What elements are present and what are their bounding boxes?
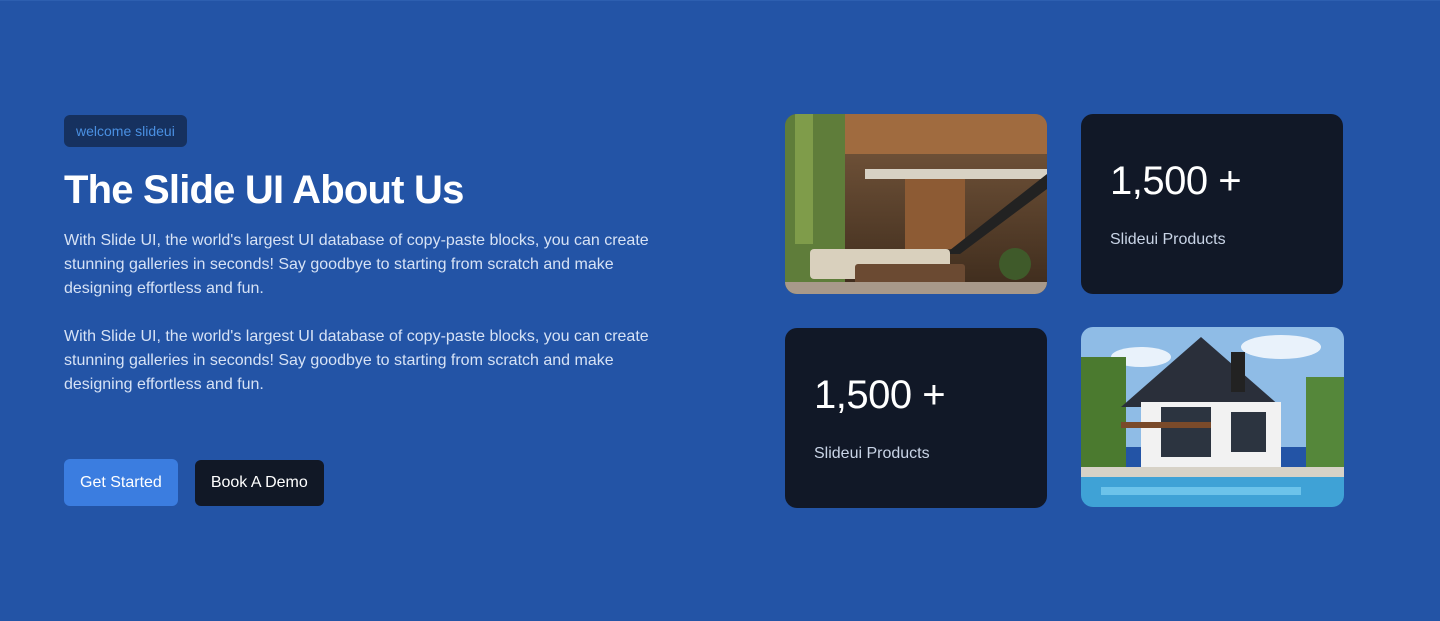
- description-paragraph: With Slide UI, the world's largest UI da…: [64, 328, 649, 393]
- stat-label: Slideui Products: [1110, 231, 1226, 248]
- stat-value: 1,500 +: [1110, 159, 1242, 203]
- modern-house-pool-photo: [1081, 327, 1344, 507]
- page-title: The Slide UI About Us: [64, 168, 464, 212]
- cta-buttons: Get Started Book A Demo: [64, 459, 324, 506]
- stat-value: 1,500 +: [814, 373, 946, 417]
- get-started-button[interactable]: Get Started: [64, 459, 178, 506]
- stat-card: 1,500 + Slideui Products: [785, 328, 1047, 508]
- description-paragraph: With Slide UI, the world's largest UI da…: [64, 232, 649, 297]
- book-demo-button[interactable]: Book A Demo: [194, 460, 324, 506]
- welcome-badge: welcome slideui: [64, 115, 187, 147]
- hero-content: welcome slideui The Slide UI About Us Wi…: [64, 115, 704, 506]
- interior-living-room-photo: [785, 114, 1047, 294]
- top-border: [0, 0, 1440, 1]
- stat-card: 1,500 + Slideui Products: [1081, 114, 1343, 294]
- stat-label: Slideui Products: [814, 445, 930, 462]
